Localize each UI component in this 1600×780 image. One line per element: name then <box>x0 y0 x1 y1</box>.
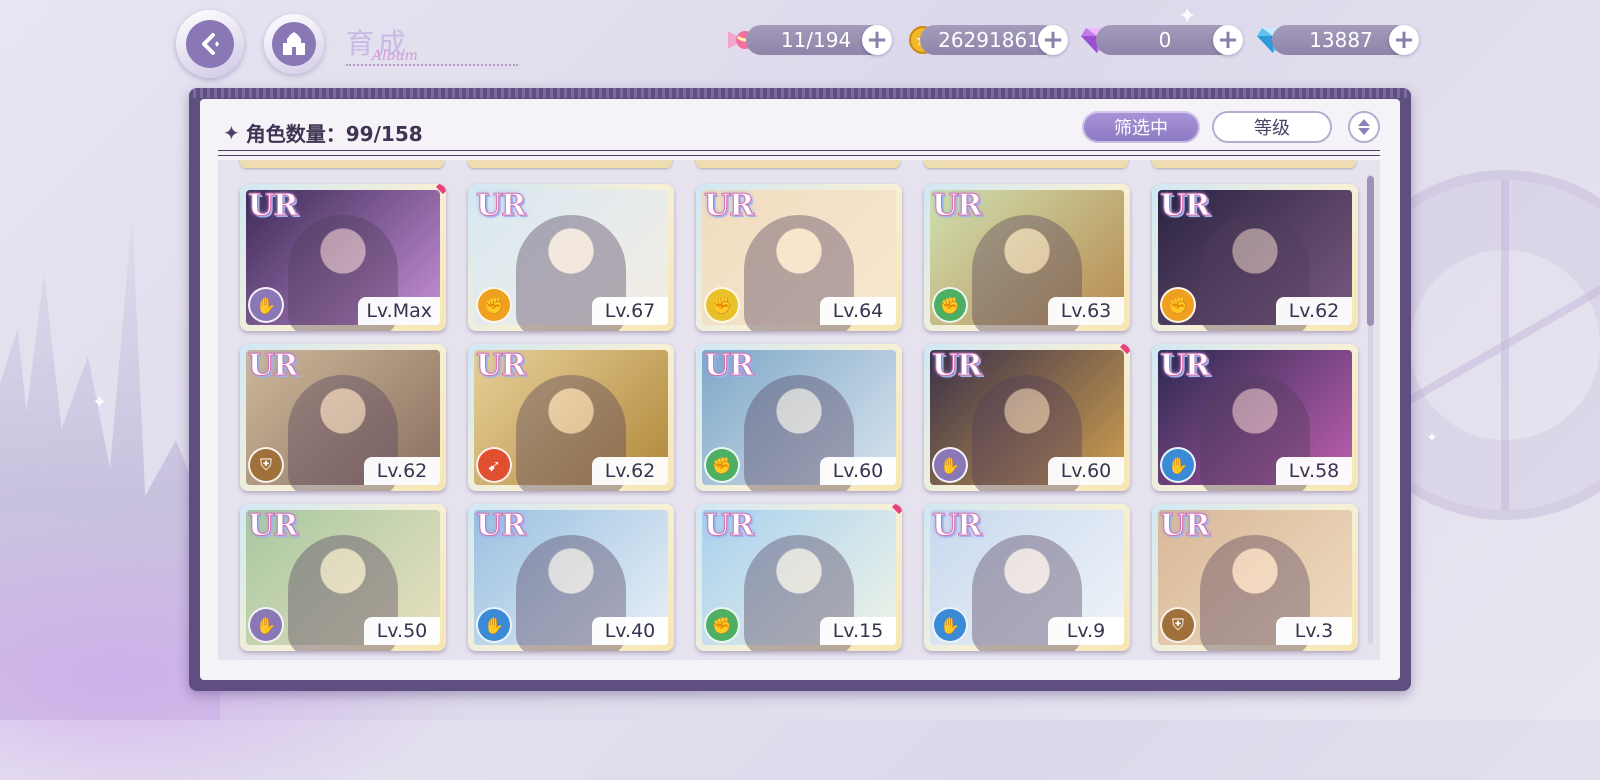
back-button[interactable] <box>176 10 244 78</box>
rarity-badge: UR <box>247 348 298 384</box>
level-label: Lv.64 <box>820 297 896 325</box>
card-partial[interactable] <box>1152 160 1356 168</box>
rarity-badge: UR <box>931 508 982 544</box>
character-card[interactable]: UR ✊ Lv.67 <box>468 184 674 331</box>
character-card[interactable]: UR ✋ Lv.40 <box>468 504 674 651</box>
attribute-icon: ➹ <box>476 447 512 483</box>
attribute-icon: ✊ <box>1160 287 1196 323</box>
filter-button[interactable]: 筛选中 <box>1082 111 1200 143</box>
character-card[interactable]: UR ⛨ Lv.62 <box>240 344 446 491</box>
character-card[interactable]: UR ✋ Lv.Max <box>240 184 446 331</box>
rarity-badge: UR <box>1159 348 1210 384</box>
attribute-icon: ✊ <box>476 287 512 323</box>
character-card[interactable]: UR ➹ Lv.62 <box>468 344 674 491</box>
character-card[interactable]: UR ⛨ Lv.3 <box>1152 504 1358 651</box>
attribute-icon: ✋ <box>1160 447 1196 483</box>
character-card[interactable]: UR ✊ Lv.64 <box>696 184 902 331</box>
character-card[interactable]: UR ✊ Lv.15 <box>696 504 902 651</box>
home-button[interactable] <box>264 14 324 74</box>
add-candy-button[interactable]: + <box>862 25 892 55</box>
top-bar: 育成 Album 11/194 + 26291861 + 0 + 13887 + <box>0 0 1600 88</box>
character-card[interactable]: UR ✋ Lv.50 <box>240 504 446 651</box>
attribute-icon: ✊ <box>704 607 740 643</box>
attribute-icon: ✋ <box>932 447 968 483</box>
rarity-badge: UR <box>475 508 526 544</box>
rarity-badge: UR <box>703 348 754 384</box>
level-label: Lv.50 <box>364 617 440 645</box>
sparkle-icon: ✦ <box>223 120 240 145</box>
rarity-badge: UR <box>931 348 982 384</box>
level-label: Lv.9 <box>1048 617 1124 645</box>
arrow-down-icon <box>1358 128 1370 135</box>
rarity-badge: UR <box>247 188 298 224</box>
attribute-icon: ⛨ <box>1160 607 1196 643</box>
attribute-icon: ✊ <box>704 287 740 323</box>
level-label: Lv.62 <box>364 457 440 485</box>
scrollbar-thumb[interactable] <box>1367 176 1374 326</box>
title-script-text: Album <box>372 48 418 64</box>
rarity-badge: UR <box>703 188 754 224</box>
attribute-icon: ✋ <box>248 287 284 323</box>
back-arrow-icon <box>186 20 234 68</box>
arrow-up-icon <box>1358 119 1370 126</box>
character-grid[interactable]: UR ✋ Lv.Max UR ✊ Lv.67 UR ✊ Lv.64 UR ✊ Lv.63 UR ✊ Lv.6… <box>218 160 1380 660</box>
character-card[interactable]: UR ✋ Lv.60 <box>924 344 1130 491</box>
character-card[interactable]: UR ✊ Lv.62 <box>1152 184 1358 331</box>
level-label: Lv.15 <box>820 617 896 645</box>
add-blue-diamond-button[interactable]: + <box>1389 25 1419 55</box>
level-label: Lv.63 <box>1048 297 1124 325</box>
rarity-badge: UR <box>931 188 982 224</box>
character-card[interactable]: UR ✋ Lv.9 <box>924 504 1130 651</box>
sparkle-icon: ✦ <box>92 392 108 413</box>
attribute-icon: ⛨ <box>248 447 284 483</box>
rarity-badge: UR <box>475 348 526 384</box>
character-count-label: 角色数量：99/158 <box>245 122 423 146</box>
rarity-badge: UR <box>1159 508 1210 544</box>
sort-level-button[interactable]: 等级 <box>1212 111 1332 143</box>
sort-order-toggle[interactable] <box>1348 111 1380 143</box>
rarity-badge: UR <box>475 188 526 224</box>
attribute-icon: ✊ <box>932 287 968 323</box>
card-partial[interactable] <box>696 160 900 168</box>
level-label: Lv.40 <box>592 617 668 645</box>
attribute-icon: ✊ <box>704 447 740 483</box>
character-card[interactable]: UR ✋ Lv.58 <box>1152 344 1358 491</box>
attribute-icon: ✋ <box>932 607 968 643</box>
level-label: Lv.62 <box>1276 297 1352 325</box>
card-partial[interactable] <box>468 160 672 168</box>
character-count: ✦ 角色数量：99/158 <box>223 118 423 147</box>
add-pink-diamond-button[interactable]: + <box>1213 25 1243 55</box>
rarity-badge: UR <box>703 508 754 544</box>
attribute-icon: ✋ <box>476 607 512 643</box>
rarity-badge: UR <box>247 508 298 544</box>
level-label: Lv.58 <box>1276 457 1352 485</box>
castle-icon <box>272 22 316 66</box>
add-gold-button[interactable]: + <box>1038 25 1068 55</box>
character-card[interactable]: UR ✊ Lv.63 <box>924 184 1130 331</box>
level-label: Lv.60 <box>820 457 896 485</box>
attribute-icon: ✋ <box>248 607 284 643</box>
sparkle-icon: ✦ <box>1426 430 1438 446</box>
header-divider <box>218 150 1380 156</box>
level-label: Lv.60 <box>1048 457 1124 485</box>
card-partial[interactable] <box>924 160 1128 168</box>
level-label: Lv.62 <box>592 457 668 485</box>
card-partial[interactable] <box>240 160 444 168</box>
level-label: Lv.67 <box>592 297 668 325</box>
rarity-badge: UR <box>1159 188 1210 224</box>
character-card[interactable]: UR ✊ Lv.60 <box>696 344 902 491</box>
level-label: Lv.3 <box>1276 617 1352 645</box>
level-label: Lv.Max <box>358 297 440 325</box>
